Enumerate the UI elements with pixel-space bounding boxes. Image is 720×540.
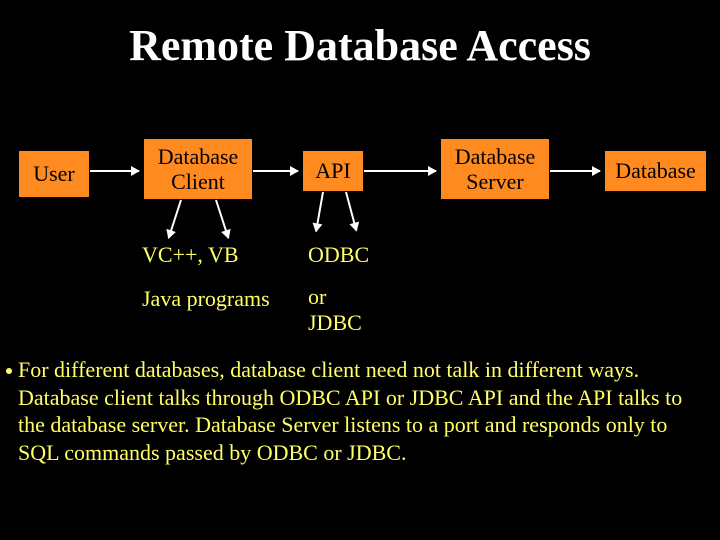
bullet-icon	[6, 368, 12, 374]
box-database-client: Database Client	[143, 138, 253, 200]
box-database: Database	[604, 150, 707, 192]
arrow-api-to-server	[364, 170, 436, 172]
arrow-user-to-client	[90, 170, 139, 172]
box-database-server: Database Server	[440, 138, 550, 200]
arrow-client-to-javaprograms	[215, 200, 229, 239]
box-api: API	[302, 150, 364, 192]
slide-title: Remote Database Access	[0, 20, 720, 71]
arrow-server-to-database	[550, 170, 600, 172]
box-user: User	[18, 150, 90, 198]
label-java-programs: Java programs	[142, 286, 270, 312]
arrow-client-to-api	[253, 170, 298, 172]
label-vcvb: VC++, VB	[142, 242, 239, 268]
label-odbc: ODBC	[308, 242, 369, 268]
arrow-client-to-vcvb	[168, 200, 182, 239]
description-paragraph: For different databases, database client…	[18, 356, 702, 466]
arrow-api-to-odbc	[315, 192, 324, 232]
arrow-api-to-orjdbc	[345, 192, 357, 231]
label-or-jdbc: or JDBC	[308, 284, 362, 337]
